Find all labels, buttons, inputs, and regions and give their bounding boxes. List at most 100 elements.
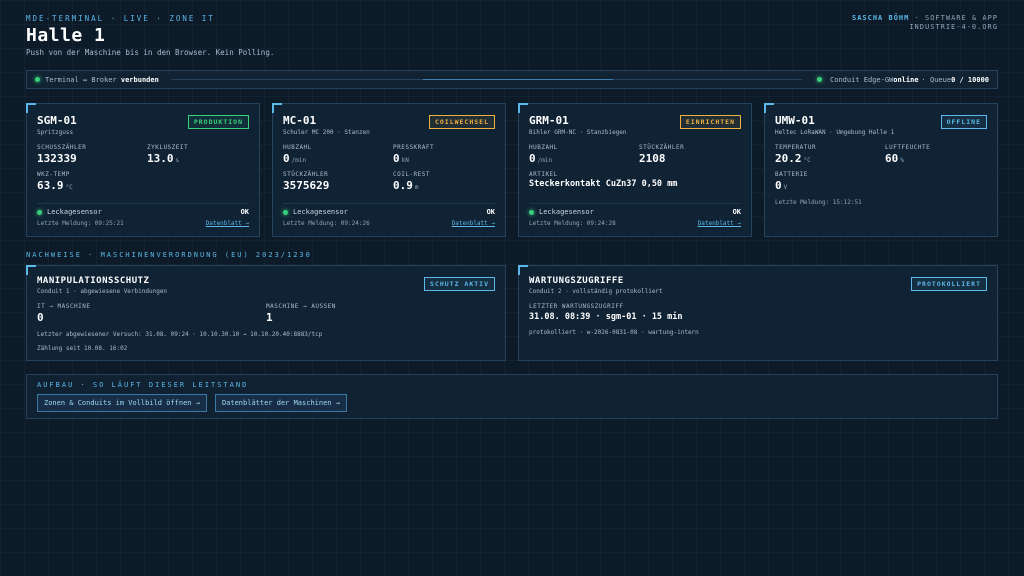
counter: IT → MASCHINE 0 (37, 303, 266, 324)
metric-value: 132339 (37, 152, 77, 165)
metric-label: PRESSKRAFT (393, 144, 435, 151)
status-badge: COILWECHSEL (428, 115, 495, 129)
counter-label: MASCHINE → AUSSEN (266, 303, 336, 310)
counter-label: IT → MASCHINE (37, 303, 91, 310)
machine-card-umw-01: UMW-01 Heltec LoRaWAN · Umgebung Halle 1… (764, 103, 998, 237)
metric: PRESSKRAFT 0 kN (393, 144, 495, 165)
author-name: SASCHA BÖHM (851, 14, 910, 22)
metric-label: COIL-REST (393, 171, 431, 178)
access-label: LETZTER WARTUNGSZUGRIFF (529, 303, 624, 310)
metric: BATTERIE 0V (775, 171, 877, 192)
aufbau-panel: AUFBAU · SO LÄUFT DIESER LEITSTAND Zonen… (26, 374, 998, 419)
metric-value: 0.9 m (393, 179, 419, 192)
aufbau-label: AUFBAU · SO LÄUFT DIESER LEITSTAND (37, 381, 249, 389)
page-kicker: MDE-TERMINAL · LIVE · ZONE IT (26, 14, 215, 23)
metric-label: HUBZAHL (529, 144, 558, 151)
metric-label: ZYKLUSZEIT (147, 144, 189, 151)
metric-label: STÜCKZÄHLER (283, 171, 329, 178)
metric: WKZ-TEMP 63.9 °C (37, 171, 139, 192)
metric-value: Steckerkontakt CuZn37 0,50 mm (529, 179, 678, 189)
datasheets-button[interactable]: Datenblätter der Maschinen → (214, 394, 347, 412)
manipulation-card: MANIPULATIONSSCHUTZ Conduit 1 · abgewies… (26, 265, 506, 361)
last-message: Letzte Meldung: 09:25:21 (37, 220, 124, 227)
metric: HUBZAHL 0/min (283, 144, 385, 165)
datasheet-link[interactable]: Datenblatt → (698, 220, 741, 227)
machine-type: Heltec LoRaWAN · Umgebung Halle 1 (775, 129, 895, 136)
datasheet-link[interactable]: Datenblatt → (452, 220, 495, 227)
machine-card-grm-01: GRM-01 Bihler GRM-NC · Stanzbiegen EINRI… (518, 103, 752, 237)
metric: LUFTFEUCHTE 60% (885, 144, 987, 165)
broker-state: verbunden (120, 75, 159, 84)
counter-value: 0 (37, 311, 44, 324)
status-badge: PROTOKOLLIERT (911, 277, 987, 291)
metric-value: 63.9 °C (37, 179, 73, 192)
metric-value: 0 kN (393, 152, 409, 165)
broker-label: Terminal ↔ Broker (45, 75, 117, 84)
sensor-label: Leckagesensor (539, 208, 594, 216)
machine-card-mc-01: MC-01 Schuler MC 200 · Stanzen COILWECHS… (272, 103, 506, 237)
sensor-state: OK (486, 208, 495, 216)
status-badge: EINRICHTEN (679, 115, 741, 129)
last-message: Letzte Meldung: 09:24:26 (283, 220, 370, 227)
machine-type: Schuler MC 200 · Stanzen (283, 129, 370, 136)
author-block: SASCHA BÖHM · SOFTWARE & APP INDUSTRIE-4… (852, 14, 998, 32)
metric-label: BATTERIE (775, 171, 808, 178)
datasheet-link[interactable]: Datenblatt → (206, 220, 249, 227)
metric-label: LUFTFEUCHTE (885, 144, 931, 151)
status-badge: SCHUTZ AKTIV (424, 277, 495, 291)
metric-value: 60% (885, 152, 904, 165)
machine-card-sgm-01: SGM-01 Spritzguss PRODUKTION SCHUSSZÄHLE… (26, 103, 260, 237)
metric-value: 0/min (283, 152, 307, 165)
metric-value: 0/min (529, 152, 553, 165)
sensor-ok-icon (283, 209, 288, 215)
machine-type: Bihler GRM-NC · Stanzbiegen (529, 129, 627, 136)
metric-label: ARTIKEL (529, 171, 558, 178)
metric: COIL-REST 0.9 m (393, 171, 495, 192)
metric: ZYKLUSZEIT 13.0 s (147, 144, 249, 165)
metric-label: STÜCKZÄHLER (639, 144, 685, 151)
counter-value: 1 (266, 311, 273, 324)
open-zones-button[interactable]: Zonen & Conduits im Vollbild öffnen → (37, 394, 207, 412)
sensor-state: OK (732, 208, 741, 216)
status-dot-icon (35, 77, 40, 82)
sensor-ok-icon (37, 209, 42, 215)
page-subtitle: Push von der Maschine bis in den Browser… (26, 48, 275, 57)
gateway-label: Conduit Edge-GW (830, 75, 894, 84)
log-note: protokolliert · w-2026-0831-08 · wartung… (529, 329, 699, 336)
metric-label: WKZ-TEMP (37, 171, 70, 178)
sensor-ok-icon (529, 209, 534, 215)
metric: STÜCKZÄHLER 3575629 (283, 171, 385, 192)
last-message: Letzte Meldung: 15:12:51 (775, 199, 862, 206)
sensor-label: Leckagesensor (293, 208, 348, 216)
last-access: LETZTER WARTUNGSZUGRIFF 31.08. 08:39 · s… (529, 303, 987, 322)
access-value: 31.08. 08:39 · sgm-01 · 15 min (529, 312, 683, 322)
metric-label: HUBZAHL (283, 144, 312, 151)
author-role: · SOFTWARE & APP (914, 14, 998, 22)
last-message: Letzte Meldung: 09:24:28 (529, 220, 616, 227)
leak-sensor-row: Leckagesensor OK (283, 203, 495, 216)
queue-value: 0 / 10000 (951, 75, 989, 84)
metric-value: 0V (775, 179, 788, 192)
status-badge: OFFLINE (940, 115, 987, 129)
author-site[interactable]: INDUSTRIE-4-0.ORG (852, 23, 998, 32)
status-badge: PRODUKTION (187, 115, 249, 129)
queue-label: · Queue (921, 75, 952, 84)
section-label-nachweise: NACHWEISE · MASCHINENVERORDNUNG (EU) 202… (26, 251, 312, 259)
metric: ARTIKEL Steckerkontakt CuZn37 0,50 mm (529, 171, 741, 189)
sensor-label: Leckagesensor (47, 208, 102, 216)
status-dot-icon (817, 77, 823, 82)
metric-label: TEMPERATUR (775, 144, 817, 151)
metric: STÜCKZÄHLER 2108 (639, 144, 741, 165)
metric-value: 20.2 °C (775, 152, 811, 165)
count-since-note: Zählung seit 10.08. 16:02 (37, 345, 128, 352)
metric-label: SCHUSSZÄHLER (37, 144, 87, 151)
status-line (170, 79, 803, 80)
metric-value: 3575629 (283, 179, 330, 192)
machine-type: Spritzguss (37, 129, 74, 136)
page-title: Halle 1 (26, 25, 106, 46)
metric: TEMPERATUR 20.2 °C (775, 144, 877, 165)
counter: MASCHINE → AUSSEN 1 (266, 303, 495, 324)
connection-status-bar: Terminal ↔ Broker verbunden Conduit Edge… (26, 70, 998, 89)
metric: SCHUSSZÄHLER 132339 (37, 144, 139, 165)
leak-sensor-row: Leckagesensor OK (37, 203, 249, 216)
